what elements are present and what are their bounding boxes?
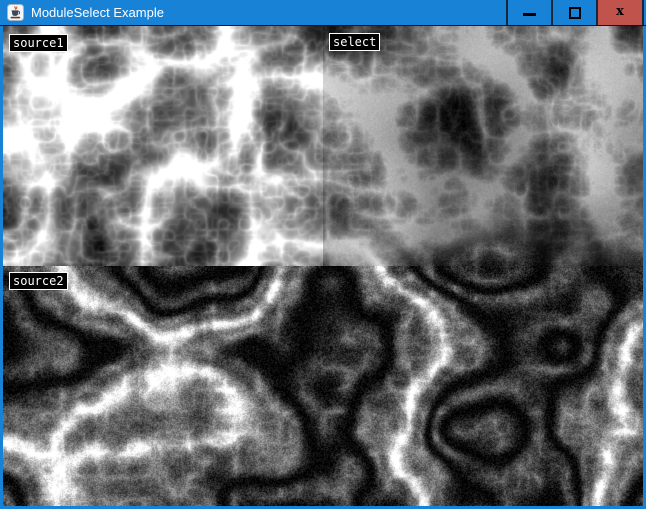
minimize-icon	[523, 13, 536, 16]
minimize-button[interactable]	[506, 0, 551, 25]
maximize-icon	[569, 7, 581, 19]
select-label: select	[329, 33, 380, 51]
source2-label: source2	[9, 272, 68, 290]
source1-noise-image	[3, 26, 323, 266]
close-button[interactable]: x	[596, 0, 644, 25]
java-coffee-cup-icon[interactable]	[7, 4, 24, 21]
window-title: ModuleSelect Example	[31, 0, 164, 25]
titlebar[interactable]: ModuleSelect Example x	[0, 0, 646, 26]
close-icon: x	[616, 5, 624, 18]
maximize-button[interactable]	[551, 0, 596, 25]
render-area: source1 select source2	[3, 26, 643, 506]
app-window: ModuleSelect Example x source1 select so…	[0, 0, 646, 509]
select-noise-image	[323, 26, 643, 266]
source1-label: source1	[9, 34, 68, 52]
source2-noise-image	[3, 266, 643, 506]
window-controls: x	[506, 0, 644, 25]
